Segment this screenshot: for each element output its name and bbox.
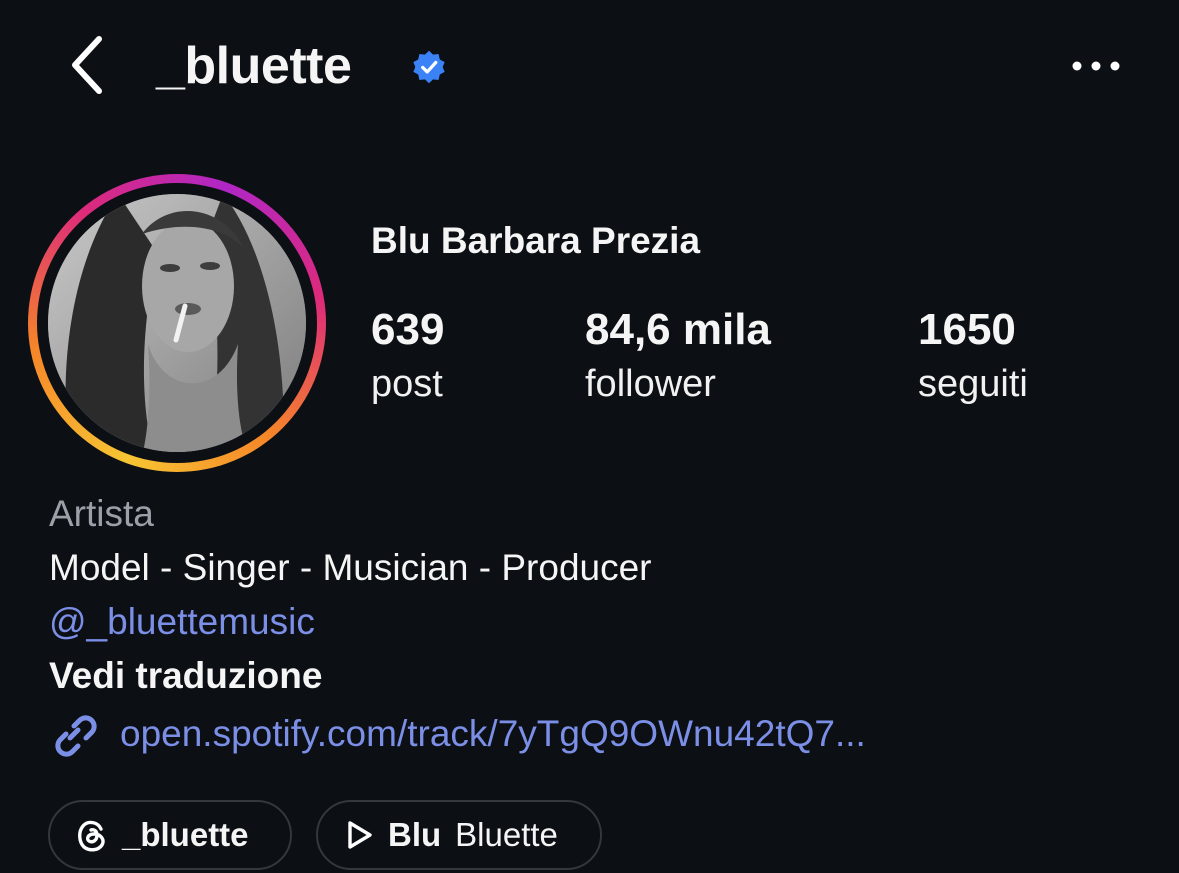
full-name: Blu Barbara Prezia <box>371 220 701 261</box>
stat-value: 1650 <box>918 305 1016 354</box>
chevron-left-icon <box>72 36 102 94</box>
threads-chip[interactable]: _bluette <box>48 800 292 870</box>
play-icon <box>348 821 372 849</box>
stat-label: post <box>371 363 443 405</box>
music-title: Bluette <box>455 816 558 853</box>
stat-value: 639 <box>371 305 445 354</box>
music-chip[interactable]: Blu Bluette <box>316 800 602 870</box>
threads-username: _bluette <box>122 816 249 853</box>
more-options-button[interactable] <box>1066 46 1126 86</box>
stat-following[interactable]: 1650 seguiti <box>918 302 1028 410</box>
threads-icon <box>78 820 105 852</box>
verified-badge-icon <box>413 50 445 84</box>
profile-category: Artista <box>49 493 154 534</box>
avatar <box>48 194 306 452</box>
more-horizontal-icon <box>1072 61 1120 71</box>
stat-value: 84,6 mila <box>585 305 771 354</box>
stat-followers[interactable]: 84,6 mila follower <box>585 302 771 410</box>
back-button[interactable] <box>52 30 122 100</box>
story-ring-avatar[interactable] <box>28 174 326 472</box>
see-translation-button[interactable]: Vedi traduzione <box>49 652 322 700</box>
stat-label: seguiti <box>918 363 1028 405</box>
link-icon <box>55 715 97 757</box>
profile-username: _bluette <box>156 37 352 95</box>
external-link-text: open.spotify.com/track/7yTgQ9OWnu42tQ7..… <box>120 713 866 754</box>
stat-label: follower <box>585 363 716 405</box>
stat-posts[interactable]: 639 post <box>371 302 444 410</box>
bio-text: Model - Singer - Musician - Producer <box>49 547 652 588</box>
bio-mention-link[interactable]: @_bluettemusic <box>49 598 315 646</box>
music-artist: Blu <box>388 816 442 853</box>
external-link[interactable]: open.spotify.com/track/7yTgQ9OWnu42tQ7..… <box>48 707 866 761</box>
